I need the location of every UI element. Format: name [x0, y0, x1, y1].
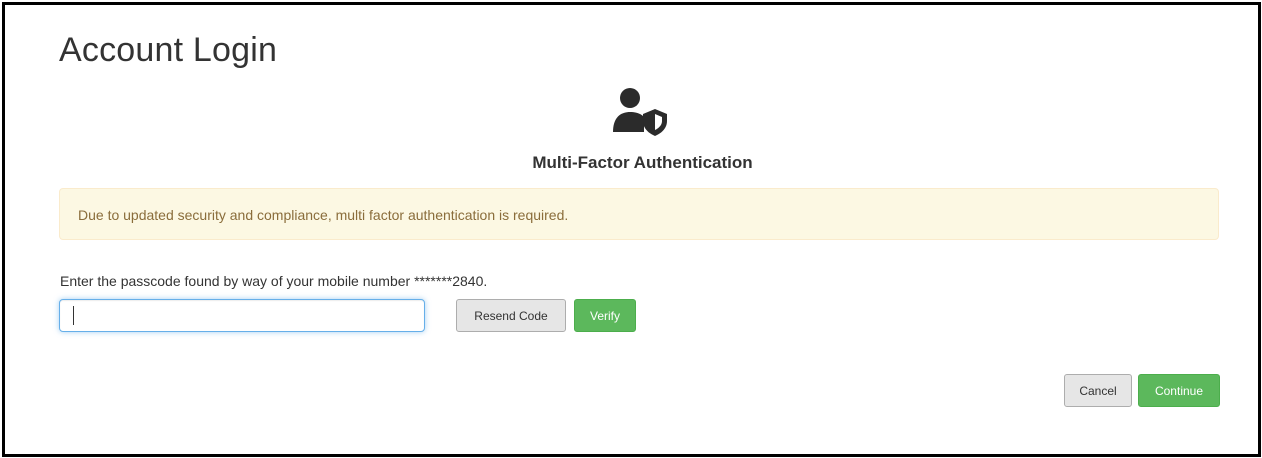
page-title: Account Login: [59, 31, 278, 69]
text-cursor: [73, 306, 74, 325]
security-alert: Due to updated security and compliance, …: [59, 188, 1219, 240]
resend-code-button[interactable]: Resend Code: [456, 299, 566, 332]
mfa-heading: Multi-Factor Authentication: [532, 153, 753, 172]
passcode-instruction: Enter the passcode found by way of your …: [60, 273, 488, 289]
cancel-button[interactable]: Cancel: [1064, 374, 1132, 407]
verify-button[interactable]: Verify: [574, 299, 636, 332]
passcode-input[interactable]: [59, 299, 425, 332]
alert-message: Due to updated security and compliance, …: [78, 207, 569, 223]
login-panel: Account Login Multi-Factor Authenticatio…: [2, 2, 1261, 457]
continue-button[interactable]: Continue: [1138, 374, 1220, 407]
user-shield-icon: [613, 88, 667, 136]
